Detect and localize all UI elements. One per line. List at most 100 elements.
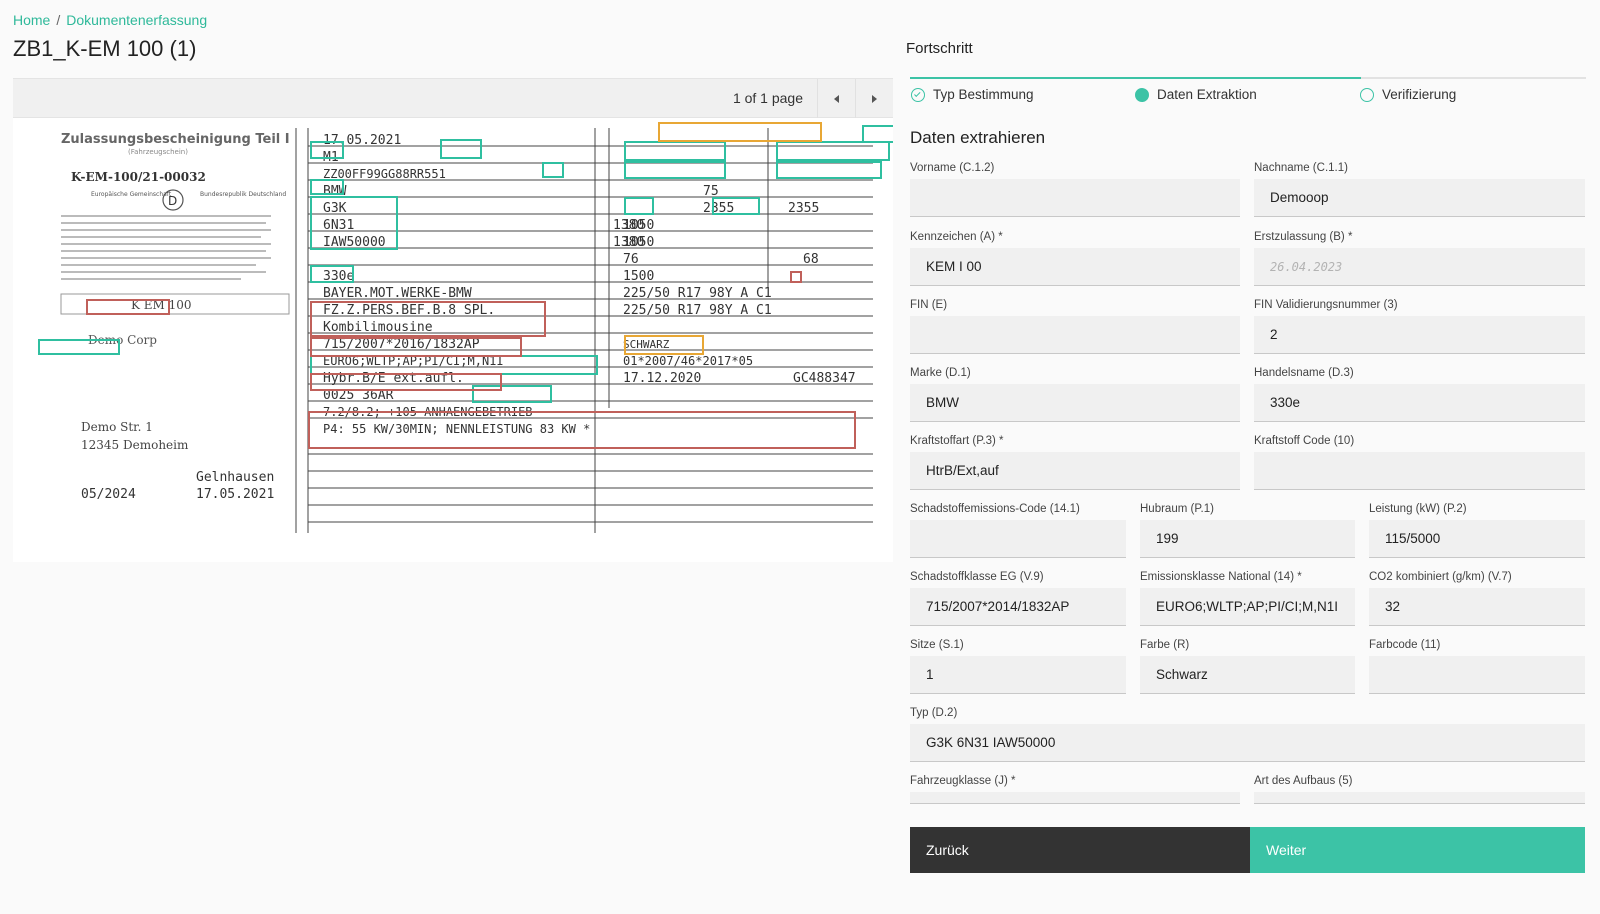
scan-cell: 715/2007*2016/1832AP [323,337,480,352]
caret-left-icon [834,95,839,103]
back-button[interactable]: Zurück [910,827,1250,873]
hubraum-input[interactable]: 199 [1140,520,1355,558]
erstzulassung-field: Erstzulassung (B) * 26.04.2023 [1254,230,1585,286]
scanned-document: Zulassungsbescheinigung Teil I (Fahrzeug… [38,122,893,533]
scan-fine-print [61,215,271,280]
breadcrumb-home-link[interactable]: Home [13,12,50,28]
marke-input[interactable]: BMW [910,384,1240,422]
scan-cell: 225/50 R17 98Y A C1 [623,303,772,318]
kraftstoff-code-input[interactable] [1254,452,1585,490]
typ-input[interactable]: G3K 6N31 IAW50000 [910,724,1585,762]
field-label: FIN Validierungsnummer (3) [1254,299,1398,311]
farbe-input[interactable]: Schwarz [1140,656,1355,694]
emissionsklasse-input[interactable]: EURO6;WLTP;AP;PI/CI;M,N1I [1140,588,1355,626]
field-label: Schadstoffemissions-Code (14.1) [910,503,1080,515]
handelsname-input[interactable]: 330e [1254,384,1585,422]
scan-column-3: 2355 68 [788,201,819,267]
step-label: Typ Bestimmung [933,87,1034,102]
kennzeichen-input[interactable]: KEM I 00 [910,248,1240,286]
field-label: Schadstoffklasse EG (V.9) [910,571,1044,583]
field-label: Vorname (C.1.2) [910,162,995,174]
step-daten-extraktion[interactable]: Daten Extraktion [1135,87,1257,102]
typ-field: Typ (D.2) G3K 6N31 IAW50000 [910,706,1585,762]
scan-cell: 1500 [623,269,654,284]
field-label: Fahrzeugklasse (J) * [910,775,1016,787]
schadstoffklasse-input[interactable]: 715/2007*2014/1832AP [910,588,1126,626]
scan-cell: 1050 [623,218,654,233]
nachname-input[interactable]: Demooop [1254,179,1585,217]
field-label: Marke (D.1) [910,367,971,379]
sitze-field: Sitze (S.1) 1 [910,638,1126,694]
fahrzeugklasse-input[interactable] [910,792,1240,804]
breadcrumb: Home / Dokumentenerfassung [13,12,207,28]
co2-input[interactable]: 32 [1369,588,1585,626]
leistung-input[interactable]: 115/5000 [1369,520,1585,558]
scan-country-left: Europäische Gemeinschaft [91,191,172,198]
step-verifizierung[interactable]: Verifizierung [1360,87,1456,102]
field-label: FIN (E) [910,299,948,311]
vorname-field: Vorname (C.1.2) [910,161,1240,217]
scan-cell: ZZ00FF99GG88RR551 [323,167,446,181]
field-label: Leistung (kW) (P.2) [1369,503,1467,515]
art-aufbau-input[interactable] [1254,792,1585,804]
field-label: Farbcode (11) [1369,639,1441,651]
scan-city: 12345 Demoheim [81,438,189,452]
field-label: Kraftstoff Code (10) [1254,435,1355,447]
sitze-input[interactable]: 1 [910,656,1126,694]
schadstoff-code-input[interactable] [910,520,1126,558]
scan-header-sub: (Fahrzeugschein) [128,148,188,156]
page-indicator: 1 of 1 page [732,90,803,106]
scan-cell: 76 [623,252,639,267]
field-label: Sitze (S.1) [910,639,964,651]
next-button[interactable]: Weiter [1250,827,1585,873]
scan-cell: BAYER.MOT.WERKE-BMW [323,286,472,301]
fahrzeugklasse-field: Fahrzeugklasse (J) * [910,774,1240,804]
field-label: CO2 kombiniert (g/km) (V.7) [1369,571,1512,583]
scan-cell: G3K [323,201,347,216]
art-aufbau-field: Art des Aufbaus (5) [1254,774,1585,804]
field-label: Kraftstoffart (P.3) * [910,435,1004,447]
fin-input[interactable] [910,316,1240,354]
scan-cell: SCHWARZ [623,338,670,351]
kraftstoffart-input[interactable]: HtrB/Ext,auf [910,452,1240,490]
vorname-input[interactable] [910,179,1240,217]
scan-issue-date: 17.05.2021 [196,487,274,502]
breadcrumb-current[interactable]: Dokumentenerfassung [66,12,207,28]
step-label: Verifizierung [1382,87,1457,102]
schadstoffklasse-field: Schadstoffklasse EG (V.9) 715/2007*2014/… [910,570,1126,626]
scan-street: Demo Str. 1 [81,420,153,434]
fin-validierung-field: FIN Validierungsnummer (3) 2 [1254,298,1585,354]
page: Home / Dokumentenerfassung ZB1_K-EM 100 … [0,0,1600,914]
leistung-field: Leistung (kW) (P.2) 115/5000 [1369,502,1585,558]
scan-issue-city: Gelnhausen [196,470,274,485]
field-label: Handelsname (D.3) [1254,367,1354,379]
scan-cell: 2355 [788,201,819,216]
scan-cell: 68 [803,252,819,267]
progress-heading: Fortschritt [906,40,973,57]
breadcrumb-separator: / [56,12,61,28]
scan-cell: 75 [703,184,719,199]
handelsname-field: Handelsname (D.3) 330e [1254,366,1585,422]
farbcode-input[interactable] [1369,656,1585,694]
kraftstoff-code-field: Kraftstoff Code (10) [1254,434,1585,490]
scan-header-title: Zulassungsbescheinigung Teil I [61,132,290,147]
fin-validierung-input[interactable]: 2 [1254,316,1585,354]
kraftstoffart-field: Kraftstoffart (P.3) * HtrB/Ext,auf [910,434,1240,490]
document-viewer[interactable]: Zulassungsbescheinigung Teil I (Fahrzeug… [13,118,893,562]
previous-page-button[interactable] [817,79,855,119]
pending-step-icon [1360,87,1374,102]
active-step-icon [1135,87,1149,102]
marke-field: Marke (D.1) BMW [910,366,1240,422]
erstzulassung-date-input[interactable]: 26.04.2023 [1254,248,1585,286]
check-icon [911,87,925,102]
step-label: Daten Extraktion [1157,87,1257,102]
next-page-button[interactable] [855,79,893,119]
scan-cell: 225/50 R17 98Y A C1 [623,286,772,301]
section-title: Daten extrahieren [910,128,1046,147]
hubraum-field: Hubraum (P.1) 199 [1140,502,1355,558]
field-label: Erstzulassung (B) * [1254,231,1353,243]
kennzeichen-field: Kennzeichen (A) * KEM I 00 [910,230,1240,286]
nachname-field: Nachname (C.1.1) Demooop [1254,161,1585,217]
step-typ-bestimmung[interactable]: Typ Bestimmung [911,87,1034,102]
scan-country-code: D [168,194,177,208]
